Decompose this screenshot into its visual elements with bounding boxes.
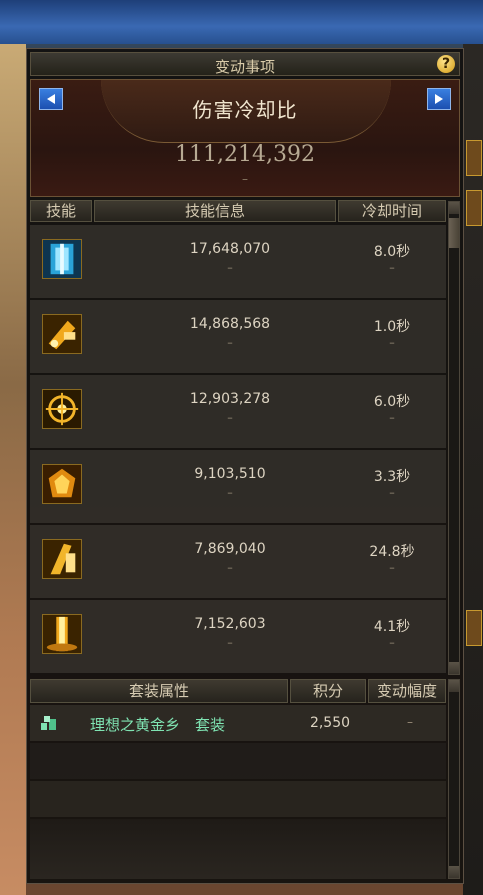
set-change: – [407,715,413,729]
pillar-skill-icon [42,614,82,654]
skill-cooldown-delta: – [389,561,395,574]
skill-list: 17,648,070 – 8.0秒 – 14,868,568 – 1.0秒 – … [30,225,446,673]
column-header-skill[interactable]: 技能 [30,200,92,222]
window-title: 变动事项 [214,58,275,76]
skill-row[interactable]: 7,152,603 – 4.1秒 – [30,600,446,673]
skill-row[interactable]: 9,103,510 – 3.3秒 – [30,450,446,523]
column-header-change[interactable]: 变动幅度 [368,679,446,703]
skill-cooldown-delta: – [389,636,395,649]
scroll-up-icon[interactable] [449,680,459,692]
skill-cooldown: 6.0秒 [373,394,411,410]
skill-damage: 17,648,070 [189,241,271,257]
column-header-set-attribute[interactable]: 套装属性 [30,679,288,703]
set-score: 2,550 [309,715,351,731]
skill-cooldown: 24.8秒 [369,544,415,560]
skill-cooldown-delta: – [389,486,395,499]
sun-burst-skill-icon [42,389,82,429]
change-events-window: 变动事项 ? 伤害冷却比 111,214,392 – 技能 技能信息 冷却时间 … [26,48,464,884]
set-list-scrollbar[interactable] [448,679,460,879]
skill-cooldown-delta: – [389,261,395,274]
skill-cooldown: 8.0秒 [373,244,411,260]
skill-damage-delta: – [227,561,233,574]
skill-cooldown-delta: – [389,411,395,424]
skill-row[interactable]: 7,869,040 – 24.8秒 – [30,525,446,598]
column-header-score[interactable]: 积分 [290,679,366,703]
skill-cooldown: 1.0秒 [373,319,411,335]
top-banner [0,0,483,44]
skill-row[interactable]: 12,903,278 – 6.0秒 – [30,375,446,448]
side-slot[interactable] [466,190,482,226]
stat-delta: – [242,172,248,186]
side-slot[interactable] [466,610,482,646]
skill-damage: 9,103,510 [194,466,266,482]
stat-panel: 伤害冷却比 111,214,392 – [30,79,460,197]
skill-row[interactable]: 14,868,568 – 1.0秒 – [30,300,446,373]
stat-value: 111,214,392 [175,142,315,167]
hammer-skill-icon [42,314,82,354]
set-item-icon [41,716,56,730]
set-row-empty [30,781,446,817]
skill-cooldown: 4.1秒 [373,619,411,635]
flame-shield-skill-icon [42,464,82,504]
skill-damage: 7,152,603 [194,616,266,632]
ice-skill-icon [42,239,82,279]
set-list-empty-area [30,819,446,879]
skill-damage-delta: – [227,636,233,649]
stat-name: 伤害冷却比 [192,98,298,122]
scroll-up-icon[interactable] [449,202,459,214]
skill-damage-delta: – [227,336,233,349]
left-scene [0,44,26,895]
skill-damage: 14,868,568 [189,316,271,332]
side-slot[interactable] [466,140,482,176]
help-icon[interactable]: ? [437,55,455,73]
skill-damage: 12,903,278 [189,391,271,407]
title-bar[interactable]: 变动事项 ? [30,52,460,76]
strike-skill-icon [42,539,82,579]
skill-damage-delta: – [227,486,233,499]
column-header-cooldown[interactable]: 冷却时间 [338,200,446,222]
scroll-down-icon[interactable] [449,866,459,878]
skill-row[interactable]: 17,648,070 – 8.0秒 – [30,225,446,298]
scroll-thumb[interactable] [449,218,459,248]
skill-damage-delta: – [227,261,233,274]
skill-cooldown-delta: – [389,336,395,349]
skill-damage-delta: – [227,411,233,424]
column-header-skill-info[interactable]: 技能信息 [94,200,336,222]
skill-damage: 7,869,040 [194,541,266,557]
scroll-down-icon[interactable] [449,662,459,674]
skill-cooldown: 3.3秒 [373,469,411,485]
set-row[interactable]: 理想之黄金乡 套装 2,550 – [30,705,446,741]
skill-list-scrollbar[interactable] [448,201,460,675]
set-name: 理想之黄金乡 套装 [90,716,226,734]
set-row-empty [30,743,446,779]
